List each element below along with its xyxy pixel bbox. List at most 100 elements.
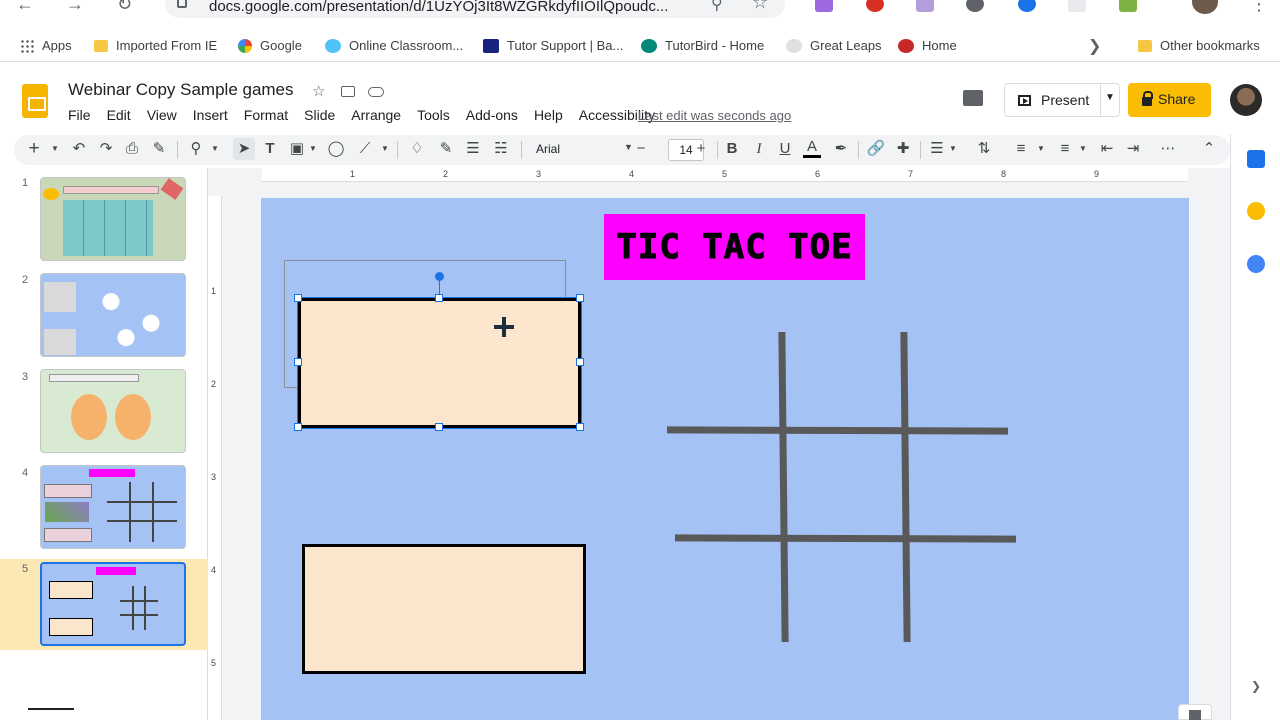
extension-icon[interactable] — [1018, 0, 1036, 12]
present-button[interactable]: Present ▼ — [1004, 83, 1120, 117]
vertical-ruler[interactable]: 1 2 3 4 5 — [208, 196, 222, 720]
chevron-down-icon[interactable]: ▼ — [308, 138, 318, 160]
chevron-down-icon[interactable]: ▼ — [1105, 92, 1115, 103]
move-folder-icon[interactable] — [341, 86, 355, 97]
menu-slide[interactable]: Slide — [304, 107, 335, 125]
calendar-icon[interactable] — [1247, 150, 1265, 168]
horizontal-ruler[interactable]: 1 2 3 4 5 6 7 8 9 — [262, 168, 1188, 182]
menu-format[interactable]: Format — [244, 107, 288, 125]
border-weight-icon[interactable]: ☰ — [464, 138, 482, 160]
reload-icon[interactable]: ↻ — [117, 0, 132, 15]
comment-icon[interactable] — [963, 90, 983, 106]
star-icon[interactable]: ☆ — [312, 82, 325, 100]
forward-arrow-icon[interactable]: → — [66, 0, 84, 15]
resize-handle[interactable] — [576, 423, 584, 431]
bookmark-imported[interactable]: Imported From IE — [94, 38, 217, 53]
text-box-icon[interactable]: T — [261, 138, 279, 160]
link-icon[interactable]: 🔗 — [866, 138, 886, 160]
bookmark-star-icon[interactable]: ☆ — [752, 0, 768, 13]
pinterest-icon[interactable] — [966, 0, 984, 12]
grid-line-horizontal[interactable] — [666, 426, 1009, 435]
shape-icon[interactable]: ◯ — [327, 138, 345, 160]
increase-indent-icon[interactable]: ⇥ — [1124, 138, 1142, 160]
bookmark-google[interactable]: Google — [238, 38, 302, 53]
bookmark-home[interactable]: Home — [898, 38, 957, 53]
chevron-down-icon[interactable]: ▼ — [210, 138, 220, 160]
more-options-icon[interactable]: ⋯ — [1159, 138, 1177, 160]
tasks-icon[interactable] — [1247, 255, 1265, 273]
zoom-icon[interactable]: ⚲ — [187, 138, 205, 160]
cloud-status-icon[interactable] — [368, 87, 384, 97]
back-arrow-icon[interactable]: ← — [16, 0, 34, 15]
bold-button[interactable]: B — [724, 138, 740, 160]
browser-menu-icon[interactable]: ⋮ — [1250, 0, 1268, 15]
resize-handle[interactable] — [294, 423, 302, 431]
menu-view[interactable]: View — [147, 107, 177, 125]
underline-button[interactable]: U — [777, 138, 793, 160]
bookmark-other[interactable]: Other bookmarks — [1138, 38, 1260, 53]
slide-title-box[interactable]: TIC TAC TOE — [604, 214, 865, 280]
slide-thumbnail-3[interactable] — [40, 369, 186, 453]
text-color-button[interactable]: A — [803, 138, 821, 158]
chevron-down-icon[interactable]: ▼ — [624, 142, 633, 152]
menu-edit[interactable]: Edit — [107, 107, 131, 125]
player-box-bottom[interactable] — [302, 544, 586, 674]
document-title[interactable]: Webinar Copy Sample games — [68, 80, 294, 100]
redo-icon[interactable]: ↷ — [98, 138, 114, 160]
bookmark-apps[interactable]: Apps — [20, 38, 72, 53]
new-slide-plus-icon[interactable]: + — [26, 138, 42, 160]
chevron-down-icon[interactable]: ▼ — [1036, 138, 1046, 160]
url-text[interactable]: docs.google.com/presentation/d/1UzYOj3It… — [209, 0, 668, 15]
last-edit-link[interactable]: Last edit was seconds ago — [638, 108, 791, 123]
italic-button[interactable]: I — [751, 138, 767, 160]
menu-help[interactable]: Help — [534, 107, 563, 125]
menu-file[interactable]: File — [68, 107, 91, 125]
slide-title[interactable]: TIC TAC TOE — [616, 227, 852, 268]
bookmark-online-classroom[interactable]: Online Classroom... — [325, 38, 463, 53]
image-icon[interactable]: ▣ — [288, 138, 306, 160]
font-family-select[interactable]: Arial — [536, 142, 560, 156]
numbered-list-icon[interactable]: ≡ — [1012, 138, 1030, 160]
menu-addons[interactable]: Add-ons — [466, 107, 518, 125]
select-cursor-icon[interactable]: ➤ — [233, 138, 255, 160]
chevron-down-icon[interactable]: ▼ — [1078, 138, 1088, 160]
bookmark-tutor-support[interactable]: Tutor Support | Ba... — [483, 38, 623, 53]
resize-handle[interactable] — [576, 294, 584, 302]
resize-handle[interactable] — [435, 294, 443, 302]
pdf-extension-icon[interactable] — [916, 0, 934, 12]
collapse-toolbar-icon[interactable]: ⌃ — [1200, 138, 1218, 160]
extension-icon[interactable] — [815, 0, 833, 12]
fill-color-icon[interactable]: ♢ — [407, 138, 427, 160]
slide-thumbnail-2[interactable] — [40, 273, 186, 357]
chevron-right-icon[interactable]: ❯ — [1251, 679, 1261, 693]
rotation-handle[interactable] — [435, 272, 444, 281]
bookmark-tutorbird[interactable]: TutorBird - Home — [641, 38, 764, 53]
resize-handle[interactable] — [435, 423, 443, 431]
chevron-down-icon[interactable]: ▼ — [380, 138, 390, 160]
print-icon[interactable]: ⎙ — [124, 138, 140, 160]
menu-tools[interactable]: Tools — [417, 107, 450, 125]
resize-handle[interactable] — [294, 294, 302, 302]
border-color-icon[interactable]: ✎ — [435, 138, 457, 160]
avatar[interactable] — [1230, 84, 1262, 116]
add-comment-icon[interactable]: ✚ — [894, 138, 912, 160]
decrease-font-size-icon[interactable]: − — [634, 138, 648, 160]
explore-button[interactable] — [1178, 704, 1212, 720]
search-icon[interactable]: ⚲ — [711, 0, 723, 14]
slides-logo-icon[interactable] — [22, 84, 48, 118]
bulleted-list-icon[interactable]: ≡ — [1056, 138, 1074, 160]
menu-arrange[interactable]: Arrange — [351, 107, 401, 125]
slide-thumbnail-4[interactable] — [40, 465, 186, 549]
keep-icon[interactable] — [1247, 202, 1265, 220]
chevron-down-icon[interactable]: ▼ — [50, 138, 60, 160]
undo-icon[interactable]: ↶ — [71, 138, 87, 160]
address-bar[interactable]: docs.google.com/presentation/d/1UzYOj3It… — [165, 0, 785, 18]
decrease-indent-icon[interactable]: ⇤ — [1098, 138, 1116, 160]
extension-icon[interactable] — [1068, 0, 1086, 12]
increase-font-size-icon[interactable]: + — [694, 138, 708, 160]
bookmark-great-leaps[interactable]: Great Leaps — [786, 38, 882, 53]
grid-line-horizontal[interactable] — [674, 534, 1017, 543]
chevron-down-icon[interactable]: ▼ — [948, 138, 958, 160]
chevron-right-icon[interactable]: ❯ — [1088, 36, 1101, 56]
menu-insert[interactable]: Insert — [193, 107, 228, 125]
